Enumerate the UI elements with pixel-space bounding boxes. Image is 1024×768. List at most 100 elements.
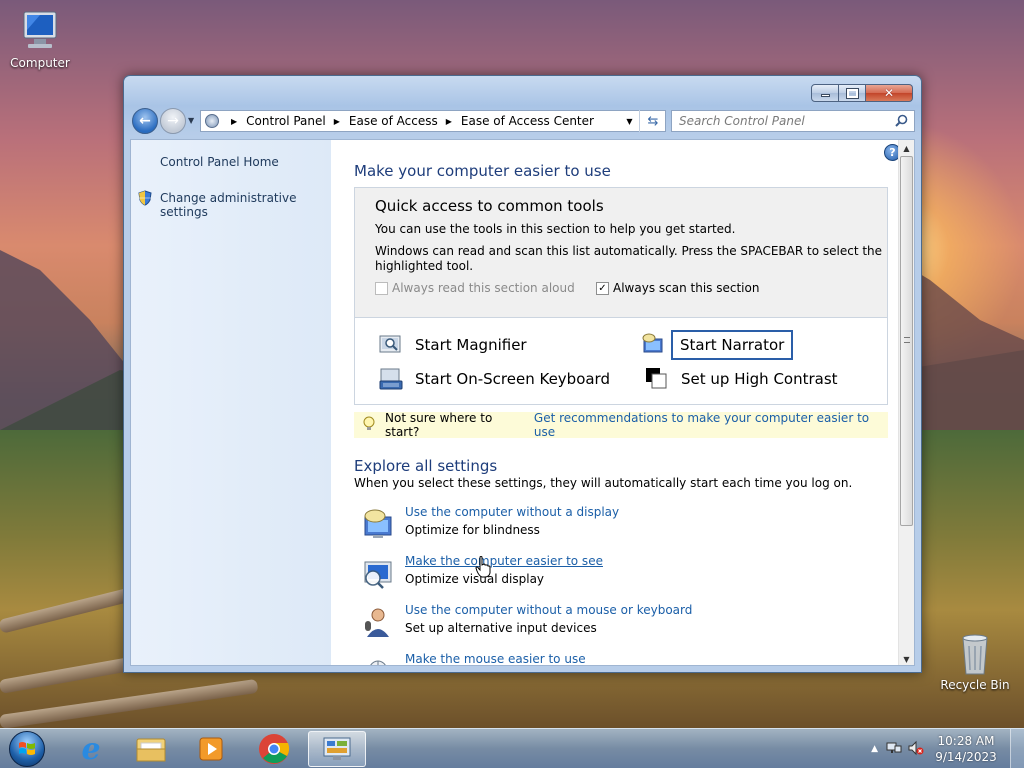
address-bar[interactable]: ▶ Control Panel ▶ Ease of Access ▶ Ease … (200, 110, 666, 132)
taskbar-control-panel[interactable] (308, 731, 366, 767)
breadcrumb-ease-of-access-center[interactable]: Ease of Access Center (461, 114, 594, 128)
checkbox-checked-icon: ✓ (596, 281, 609, 295)
minimize-button[interactable] (811, 84, 839, 102)
use-without-display-desc: Optimize for blindness (405, 523, 540, 537)
close-button[interactable]: ✕ (866, 84, 913, 102)
start-button[interactable] (4, 730, 50, 768)
taskbar: e ▲ 10:28 AM 9/14/2023 (0, 728, 1024, 768)
breadcrumb-separator-icon[interactable]: ▶ (334, 117, 340, 126)
scroll-up-arrow-icon[interactable]: ▲ (899, 141, 914, 156)
start-narrator-button[interactable]: Start Narrator (641, 330, 794, 360)
make-mouse-easier-link[interactable]: Make the mouse easier to use (405, 652, 586, 665)
start-on-screen-keyboard-button[interactable]: Start On-Screen Keyboard (379, 367, 610, 391)
use-without-mouse-keyboard-desc: Set up alternative input devices (405, 621, 597, 635)
vertical-scrollbar[interactable]: ▲ ▼ (898, 140, 914, 665)
start-on-screen-keyboard-label: Start On-Screen Keyboard (415, 370, 610, 388)
use-without-display-link[interactable]: Use the computer without a display (405, 505, 619, 519)
media-player-icon (199, 737, 223, 761)
get-recommendations-link[interactable]: Get recommendations to make your compute… (534, 411, 888, 439)
quick-access-line1: You can use the tools in this section to… (375, 222, 736, 236)
setting-mouse-easier: Make the mouse easier to use (361, 652, 586, 665)
navigation-bar: ← → ▼ ▶ Control Panel ▶ Ease of Access ▶… (130, 106, 917, 136)
address-history-dropdown[interactable]: ▼ (620, 110, 639, 132)
start-magnifier-label: Start Magnifier (415, 336, 527, 354)
taskbar-internet-explorer[interactable]: e (62, 731, 120, 767)
grip-icon (904, 337, 910, 343)
taskbar-file-explorer[interactable] (122, 731, 180, 767)
sidebar: Control Panel Home Change administrative… (131, 140, 331, 665)
system-clock[interactable]: 10:28 AM 9/14/2023 (928, 733, 1004, 765)
hand-cursor-icon (475, 556, 491, 578)
scan-section-checkbox[interactable]: ✓ Always scan this section (596, 281, 759, 295)
search-icon[interactable] (895, 114, 908, 130)
desktop-icon-recycle-bin[interactable]: Recycle Bin (935, 632, 1015, 692)
change-admin-settings-link[interactable]: Change administrative settings (160, 191, 331, 219)
show-hidden-icons-icon[interactable]: ▲ (871, 744, 878, 754)
maximize-button[interactable] (839, 84, 866, 102)
close-icon: ✕ (883, 86, 895, 100)
control-panel-icon (323, 737, 351, 760)
window-controls: ✕ (811, 84, 913, 102)
taskbar-media-player[interactable] (182, 731, 240, 767)
desktop-icon-computer[interactable]: Computer (0, 10, 80, 70)
volume-muted-icon[interactable] (908, 740, 924, 759)
scroll-down-arrow-icon[interactable]: ▼ (899, 652, 914, 665)
desktop-icon-label: Recycle Bin (940, 678, 1010, 692)
quick-access-header: Quick access to common tools You can use… (355, 188, 887, 318)
lightbulb-icon (363, 416, 375, 435)
ease-of-access-window: ✕ ← → ▼ ▶ Control Panel ▶ Ease of Access… (123, 75, 922, 673)
search-input[interactable] (679, 114, 889, 128)
minimize-icon (820, 94, 830, 97)
make-easier-to-see-desc: Optimize visual display (405, 572, 545, 586)
shield-icon (138, 190, 152, 209)
help-icon: ? (889, 146, 896, 159)
high-contrast-icon (645, 367, 669, 391)
scroll-thumb[interactable] (900, 156, 913, 526)
page-title: Make your computer easier to use (354, 162, 611, 180)
show-desktop-button[interactable] (1010, 729, 1024, 768)
explore-all-settings-heading: Explore all settings (354, 457, 498, 475)
breadcrumb-control-panel[interactable]: Control Panel (246, 114, 326, 128)
clock-time: 10:28 AM (937, 734, 995, 748)
tip-prefix: Not sure where to start? (385, 411, 493, 439)
main-pane: ? Make your computer easier to use Quick… (331, 140, 901, 665)
start-narrator-label: Start Narrator (671, 330, 794, 360)
quick-access-line2: Windows can read and scan this list auto… (375, 244, 883, 258)
scan-section-label: Always scan this section (613, 281, 760, 295)
recycle-bin-icon (951, 632, 999, 676)
explore-description: When you select these settings, they wil… (354, 476, 853, 490)
back-arrow-icon: ← (139, 113, 151, 129)
read-aloud-checkbox[interactable]: Always read this section aloud (375, 281, 575, 295)
breadcrumb-separator-icon[interactable]: ▶ (446, 117, 452, 126)
forward-arrow-icon: → (167, 113, 179, 129)
breadcrumb-ease-of-access[interactable]: Ease of Access (349, 114, 438, 128)
breadcrumb-separator-icon[interactable]: ▶ (231, 117, 237, 126)
forward-button[interactable]: → (160, 108, 186, 134)
set-up-high-contrast-button[interactable]: Set up High Contrast (645, 367, 838, 391)
person-speaking-icon (361, 605, 395, 639)
control-panel-home-link[interactable]: Control Panel Home (160, 155, 279, 169)
back-button[interactable]: ← (132, 108, 158, 134)
keyboard-icon (379, 367, 403, 391)
refresh-button[interactable]: ⇆ (639, 110, 666, 132)
narrator-icon (641, 333, 665, 357)
make-easier-to-see-link[interactable]: Make the computer easier to see (405, 554, 603, 568)
system-tray: ▲ 10:28 AM 9/14/2023 (871, 729, 1024, 768)
chrome-icon (259, 734, 290, 764)
search-box[interactable] (671, 110, 915, 132)
mouse-icon (361, 654, 395, 665)
read-aloud-label: Always read this section aloud (392, 281, 575, 295)
control-panel-icon (205, 114, 219, 128)
taskbar-chrome[interactable] (245, 731, 303, 767)
recent-pages-dropdown[interactable]: ▼ (188, 116, 194, 125)
set-up-high-contrast-label: Set up High Contrast (681, 370, 838, 388)
magnifier-icon (379, 333, 403, 357)
start-magnifier-button[interactable]: Start Magnifier (379, 333, 527, 357)
use-without-mouse-keyboard-link[interactable]: Use the computer without a mouse or keyb… (405, 603, 692, 617)
network-icon[interactable] (886, 740, 902, 759)
computer-icon (16, 10, 64, 54)
quick-access-heading: Quick access to common tools (375, 197, 604, 215)
quick-access-line3: highlighted tool. (375, 259, 474, 273)
refresh-icon: ⇆ (647, 113, 659, 129)
quick-access-section: Quick access to common tools You can use… (354, 187, 888, 405)
